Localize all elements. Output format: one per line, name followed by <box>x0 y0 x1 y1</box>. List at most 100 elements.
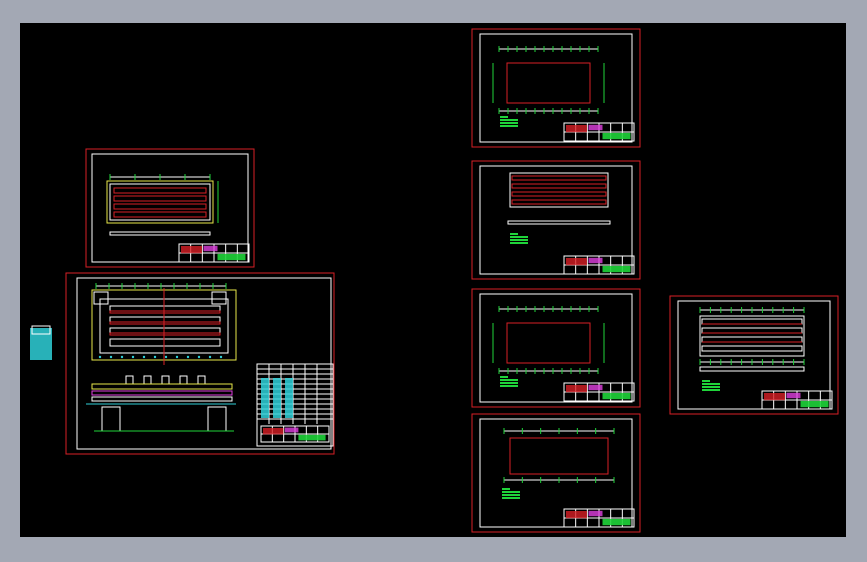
sheet-border <box>669 295 839 415</box>
dimension-chain <box>498 306 599 312</box>
sheet-frame <box>479 418 633 528</box>
sheet-top-2 <box>471 160 641 280</box>
title-block <box>761 390 833 410</box>
plate-stripe <box>511 199 607 205</box>
fastener-point <box>142 355 146 359</box>
dimension-chain <box>498 368 599 374</box>
title-block-stamp <box>602 132 631 140</box>
plate-stripe <box>701 327 803 334</box>
title-block-mark <box>588 257 603 264</box>
sheet-frame <box>91 153 249 263</box>
fastener-point <box>153 355 157 359</box>
notes-text <box>500 376 518 387</box>
title-block <box>260 425 330 443</box>
dimension-chain <box>503 477 615 483</box>
dimension-chain <box>498 108 599 114</box>
plate-stripe <box>511 175 607 181</box>
assembly-tube-core <box>109 321 221 325</box>
plate-outline <box>506 322 591 364</box>
title-block-logo <box>764 393 785 401</box>
title-block-stamp <box>602 265 631 273</box>
leg-right <box>207 406 227 432</box>
sheet-top-1 <box>471 28 641 148</box>
notes-text <box>702 380 720 391</box>
dimension-chain <box>503 428 615 434</box>
dimension-chain <box>109 174 211 180</box>
assembly-tube <box>109 327 221 336</box>
sheet-small-panel <box>85 148 255 268</box>
fastener-point <box>219 355 223 359</box>
dimension-chain <box>699 307 805 313</box>
support-post <box>161 375 170 385</box>
section-view <box>109 231 211 236</box>
assembly-tube-core <box>109 332 221 336</box>
panel-stripe <box>113 203 207 210</box>
plate-stripe <box>511 183 607 189</box>
ucs-icon <box>30 328 52 360</box>
bom-highlight <box>285 378 293 418</box>
fastener-point <box>109 355 113 359</box>
title-block-mark <box>588 384 603 391</box>
title-block-mark <box>588 510 603 517</box>
sheet-border <box>471 28 641 148</box>
section-view <box>507 220 611 225</box>
title-block-stamp <box>217 253 246 261</box>
cad-drawing-canvas <box>30 28 839 533</box>
dimension-chain <box>95 283 227 289</box>
assembly-tube <box>109 316 221 325</box>
fastener-point <box>164 355 168 359</box>
drawing-sheets-group <box>30 28 839 533</box>
title-block-stamp <box>800 400 829 408</box>
fastener-point <box>186 355 190 359</box>
assembly-tube <box>109 338 221 347</box>
plate-stripe <box>701 336 803 343</box>
title-block <box>178 243 250 263</box>
notes-text <box>510 233 528 244</box>
title-block-stamp <box>602 518 631 526</box>
support-post <box>197 375 206 385</box>
support-post <box>143 375 152 385</box>
sheet-border <box>471 288 641 408</box>
title-block <box>563 122 635 142</box>
panel-stripe <box>113 187 207 194</box>
title-block-logo <box>566 125 587 133</box>
corner-bracket <box>211 291 227 305</box>
fastener-point <box>98 355 102 359</box>
sheet-top-4 <box>471 413 641 533</box>
sheet-right <box>669 295 839 415</box>
panel-stripe <box>113 195 207 202</box>
sheet-border <box>471 413 641 533</box>
fastener-point <box>208 355 212 359</box>
leg-left <box>101 406 121 432</box>
dimension-chain <box>699 359 805 365</box>
title-block <box>563 382 635 402</box>
plate-outline <box>699 315 805 357</box>
fastener-point <box>197 355 201 359</box>
sheet-frame <box>479 165 633 275</box>
sheet-assembly <box>65 272 335 455</box>
dimension-chain <box>498 46 599 52</box>
plate-outline <box>509 437 609 475</box>
fastener-point <box>175 355 179 359</box>
title-block <box>563 508 635 528</box>
plate-outline <box>509 172 609 208</box>
title-block-logo <box>566 385 587 393</box>
support-post <box>125 375 134 385</box>
title-block-mark <box>203 245 218 252</box>
title-block-stamp <box>602 392 631 400</box>
notes-text <box>502 488 520 499</box>
cad-model-space[interactable] <box>20 23 846 537</box>
cad-ucs-icon <box>30 325 52 360</box>
bom-highlight <box>273 378 281 418</box>
assembly-tube <box>109 305 221 314</box>
corner-bracket <box>93 291 109 305</box>
title-block-mark <box>588 124 603 131</box>
sheet-border <box>85 148 255 268</box>
panel-inner <box>109 183 211 221</box>
plate-stripe <box>511 191 607 197</box>
title-block-logo <box>181 246 202 254</box>
title-block-mark <box>284 427 299 433</box>
title-block-logo <box>566 258 587 266</box>
plate-outline <box>506 62 591 104</box>
fastener-point <box>131 355 135 359</box>
